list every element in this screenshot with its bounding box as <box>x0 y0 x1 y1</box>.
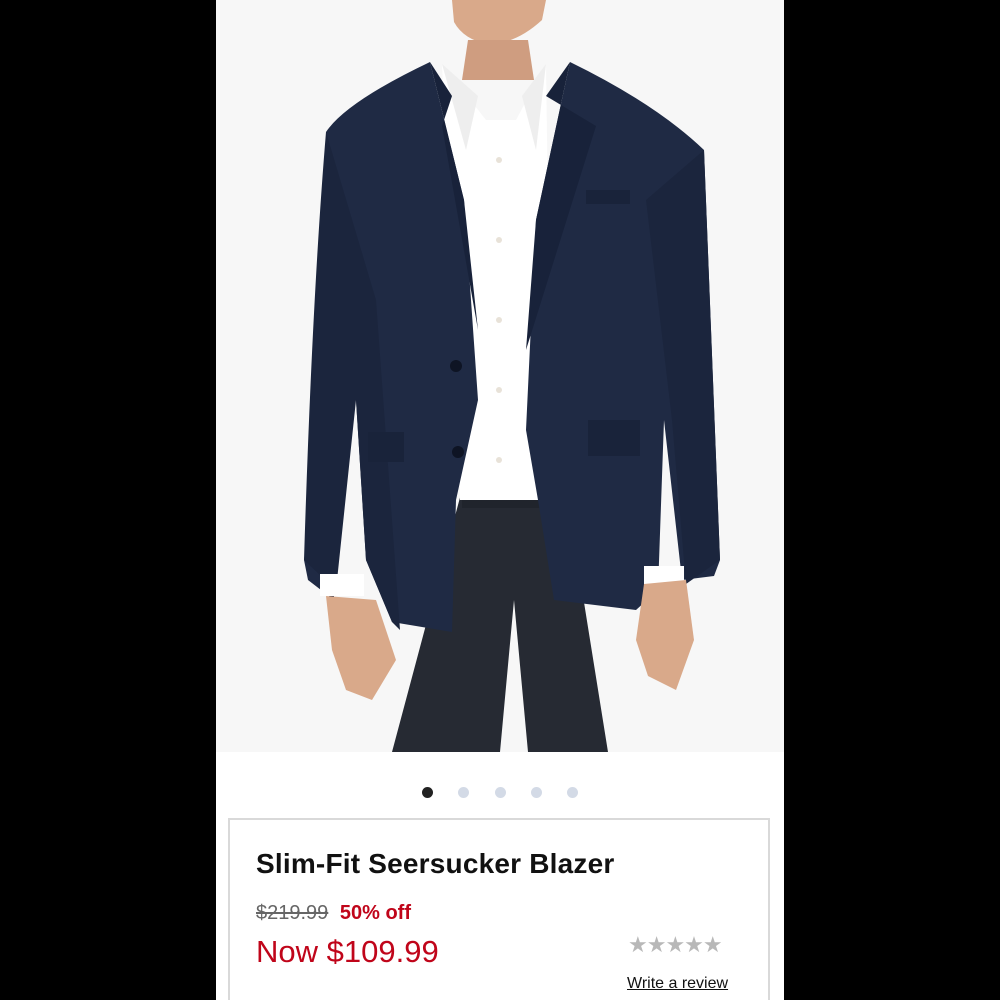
discount-badge: 50% off <box>339 902 411 924</box>
price-row: $219.99 50% off <box>256 902 411 925</box>
carousel-dot-5[interactable] <box>567 787 578 798</box>
carousel-indicators <box>216 784 784 800</box>
carousel-dot-4[interactable] <box>531 787 542 798</box>
write-review-link[interactable]: Write a review <box>627 975 728 993</box>
product-page: Slim-Fit Seersucker Blazer $219.99 50% o… <box>216 0 784 1000</box>
carousel-dot-2[interactable] <box>458 787 469 798</box>
product-info-card: Slim-Fit Seersucker Blazer $219.99 50% o… <box>228 818 770 1000</box>
sale-price: Now $109.99 <box>256 934 439 969</box>
model-in-blazer-illustration <box>216 0 784 752</box>
carousel-dot-1[interactable] <box>422 787 433 798</box>
original-price: $219.99 <box>256 902 329 924</box>
carousel-dot-3[interactable] <box>495 787 506 798</box>
product-image[interactable] <box>216 0 784 752</box>
rating-stars-icon[interactable]: ★★★★★ <box>628 932 723 958</box>
product-title: Slim-Fit Seersucker Blazer <box>256 848 615 879</box>
